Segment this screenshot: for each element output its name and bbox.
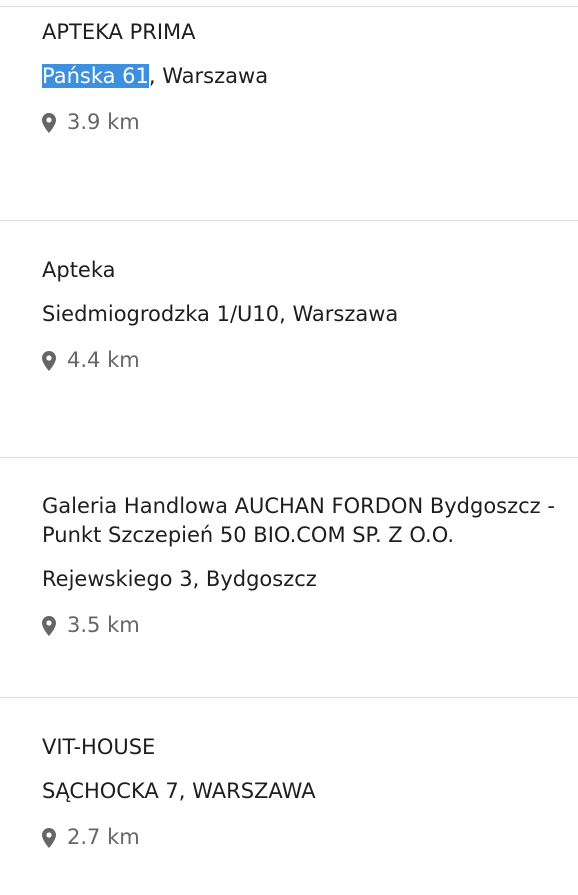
pharmacy-name-line: Galeria Handlowa AUCHAN FORDON Bydgoszcz… — [42, 494, 555, 518]
distance-value: 3.5 km — [67, 613, 140, 637]
pharmacy-address: Siedmiogrodzka 1/U10, Warszawa — [42, 300, 572, 329]
map-pin-icon — [42, 350, 56, 371]
divider — [0, 6, 578, 7]
distance-value: 3.9 km — [67, 110, 140, 134]
pharmacy-address: Rejewskiego 3, Bydgoszcz — [42, 565, 572, 594]
pharmacy-address: SĄCHOCKA 7, WARSZAWA — [42, 777, 572, 806]
distance-row: 3.5 km — [42, 611, 572, 640]
selected-text: Pańska 61 — [42, 64, 149, 88]
address-rest: , Warszawa — [148, 64, 269, 88]
map-pin-icon — [42, 827, 56, 848]
distance-value: 4.4 km — [67, 348, 140, 372]
pharmacy-list-item[interactable]: APTEKA PRIMA Pańska 61, Warszawa 3.9 km — [42, 18, 572, 137]
address-rest: SĄCHOCKA 7, WARSZAWA — [42, 779, 316, 803]
address-rest: Rejewskiego 3, Bydgoszcz — [42, 567, 317, 591]
pharmacy-name: VIT-HOUSE — [42, 735, 156, 759]
pharmacy-list-item[interactable]: Galeria Handlowa AUCHAN FORDON Bydgoszcz… — [42, 492, 572, 640]
address-rest: Siedmiogrodzka 1/U10, Warszawa — [42, 302, 399, 326]
map-pin-icon — [42, 112, 56, 133]
pharmacy-list-item[interactable]: Apteka Siedmiogrodzka 1/U10, Warszawa 4.… — [42, 256, 572, 375]
pharmacy-address: Pańska 61, Warszawa — [42, 62, 572, 91]
distance-row: 3.9 km — [42, 108, 572, 137]
divider — [0, 697, 578, 698]
distance-row: 4.4 km — [42, 346, 572, 375]
distance-value: 2.7 km — [67, 825, 140, 849]
pharmacy-name: APTEKA PRIMA — [42, 20, 196, 44]
divider — [0, 220, 578, 221]
pharmacy-name-line: Punkt Szczepień 50 BIO.COM SP. Z O.O. — [42, 523, 455, 547]
distance-row: 2.7 km — [42, 823, 572, 852]
map-pin-icon — [42, 615, 56, 636]
pharmacy-name: Galeria Handlowa AUCHAN FORDON Bydgoszcz… — [42, 492, 572, 550]
pharmacy-list-item[interactable]: VIT-HOUSE SĄCHOCKA 7, WARSZAWA 2.7 km — [42, 733, 572, 852]
pharmacy-name: Apteka — [42, 258, 116, 282]
divider — [0, 457, 578, 458]
